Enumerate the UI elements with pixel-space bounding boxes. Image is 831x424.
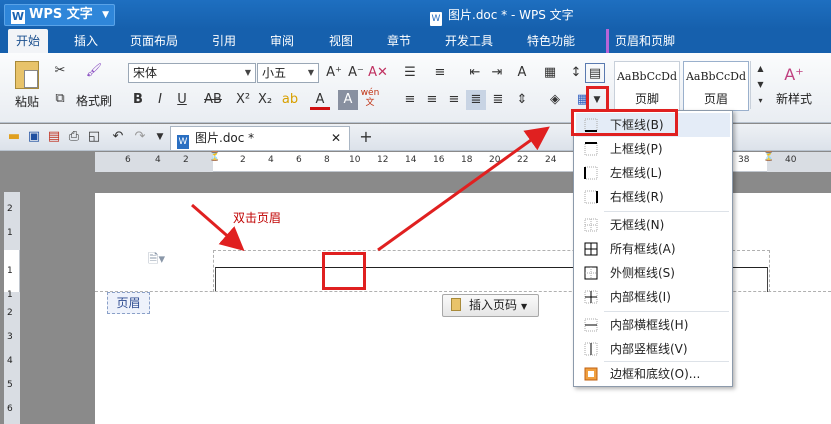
- highlight-bottom-border-item: [571, 109, 678, 136]
- menu-item-borders-shading[interactable]: 边框和底纹(O)...: [576, 362, 730, 386]
- outside-borders-icon: [584, 266, 598, 280]
- inside-borders-icon: [584, 290, 598, 304]
- menu-item-all-borders[interactable]: 所有框线(A): [576, 237, 730, 261]
- menu-item-inside-borders[interactable]: 内部框线(I): [576, 285, 730, 309]
- inside-vertical-border-icon: [584, 342, 598, 356]
- inside-horizontal-border-icon: [584, 318, 598, 332]
- menu-item-no-border[interactable]: 无框线(N): [576, 213, 730, 237]
- right-border-icon: [584, 190, 598, 204]
- menu-item-inside-vertical-border[interactable]: 内部竖框线(V): [576, 337, 730, 361]
- arrow-to-dropdown: [377, 126, 550, 252]
- menu-item-top-border[interactable]: 上框线(P): [576, 137, 730, 161]
- borders-shading-icon: [584, 367, 598, 381]
- no-border-icon: [584, 218, 598, 232]
- top-border-icon: [584, 142, 598, 156]
- all-borders-icon: [584, 242, 598, 256]
- arrow-to-header: [191, 203, 245, 251]
- border-dropdown-menu: 下框线(B) 上框线(P) 左框线(L) 右框线(R) 无框线(N) 所有框线(…: [573, 110, 733, 387]
- menu-item-right-border[interactable]: 右框线(R): [576, 185, 730, 209]
- left-border-icon: [584, 166, 598, 180]
- menu-item-inside-horizontal-border[interactable]: 内部横框线(H): [576, 313, 730, 337]
- menu-item-left-border[interactable]: 左框线(L): [576, 161, 730, 185]
- menu-item-outside-borders[interactable]: 外侧框线(S): [576, 261, 730, 285]
- highlight-header-area: [322, 252, 366, 290]
